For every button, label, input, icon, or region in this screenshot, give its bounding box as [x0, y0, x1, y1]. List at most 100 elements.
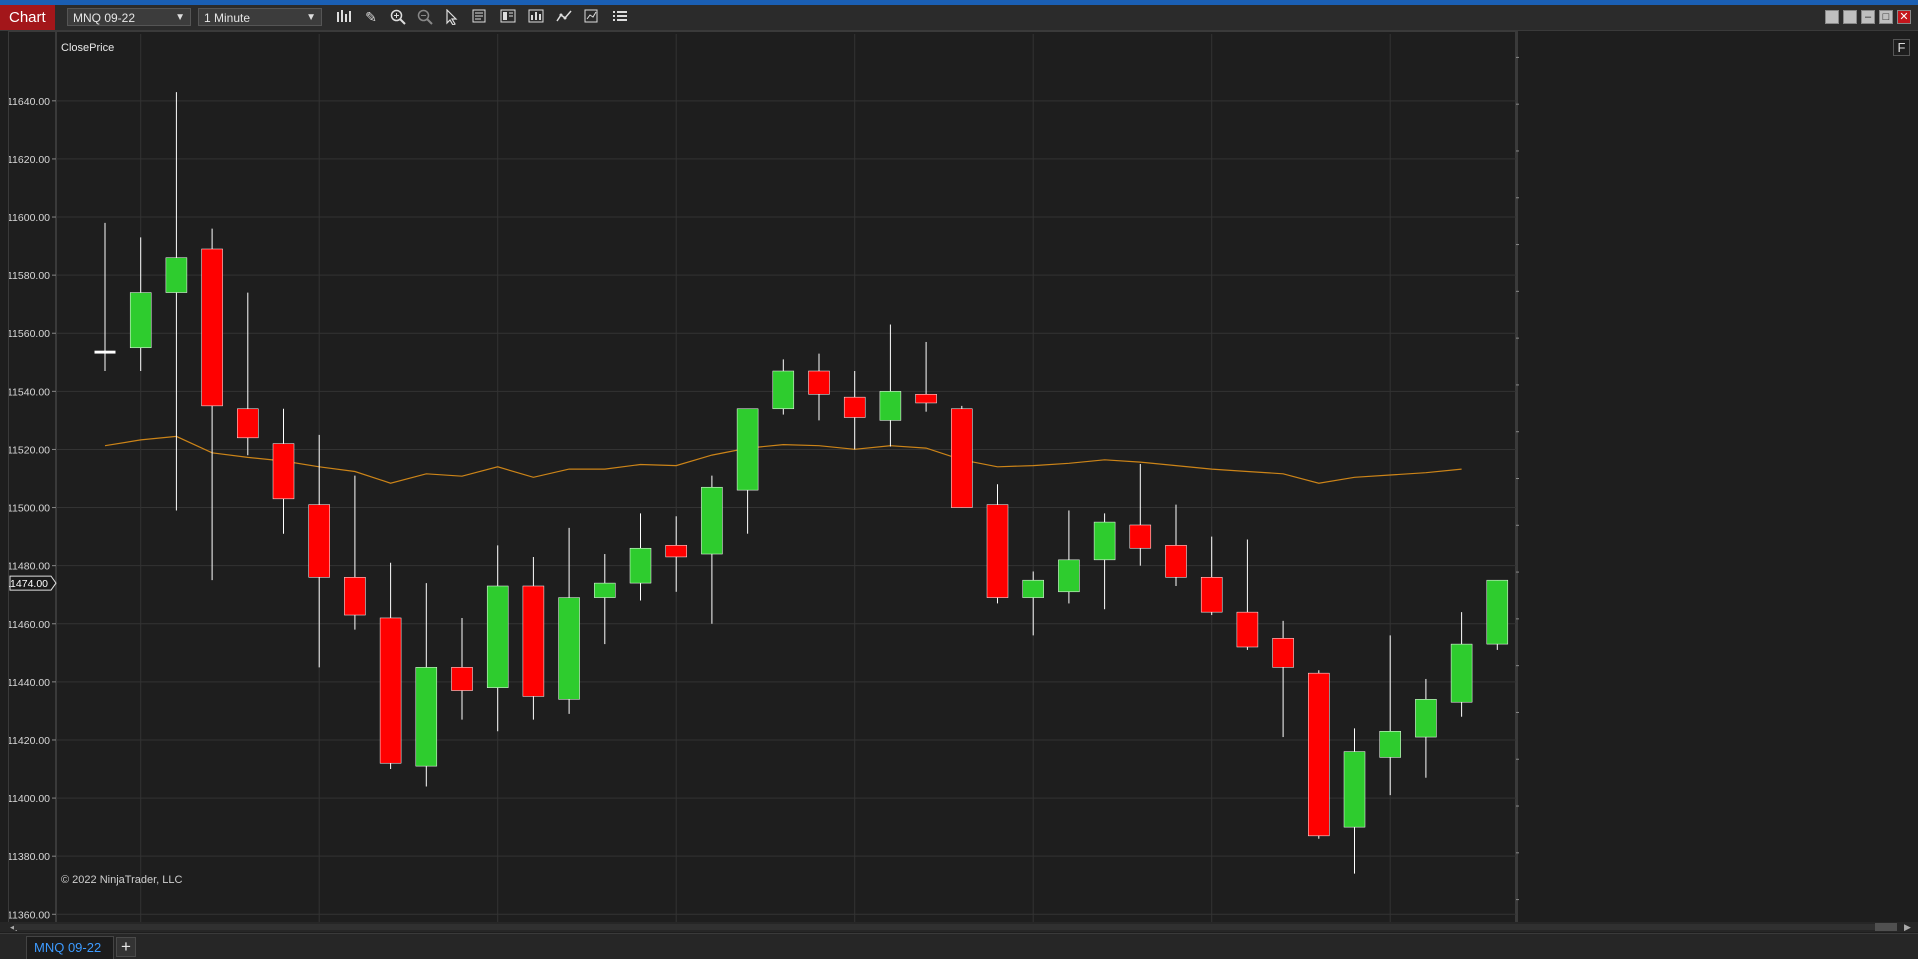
interval-selector[interactable]: 1 Minute ▼ — [198, 8, 322, 26]
price-marker-label: 11474.00 — [9, 578, 48, 590]
data-box-icon[interactable] — [471, 9, 489, 26]
candle-body — [272, 443, 295, 500]
horizontal-scrollbar[interactable]: ◀ ▶ — [0, 922, 1918, 932]
zoom-out-icon[interactable] — [416, 9, 434, 26]
candle-body — [237, 408, 259, 439]
candle — [344, 475, 366, 630]
candle — [915, 341, 937, 412]
candle-body — [486, 585, 509, 688]
candle — [843, 371, 866, 450]
candle-body — [879, 391, 902, 421]
candle-body — [558, 597, 580, 700]
candle — [665, 516, 687, 592]
instrument-selector[interactable]: MNQ 09-22 ▼ — [67, 8, 191, 26]
candle — [808, 353, 830, 421]
instrument-value: MNQ 09-22 — [73, 11, 136, 25]
chart-f-button[interactable]: F — [1893, 39, 1910, 56]
left-tick-label: 11620.00 — [9, 154, 50, 166]
chart-trader-icon[interactable] — [583, 9, 601, 26]
candle — [272, 408, 295, 534]
candle-body — [1093, 521, 1116, 561]
candle — [486, 545, 509, 732]
candle-body — [1272, 638, 1294, 668]
left-tick-label: 11460.00 — [9, 619, 50, 631]
candle — [1093, 513, 1116, 610]
scroll-thumb[interactable] — [1875, 923, 1897, 931]
candle — [451, 617, 473, 720]
restore-icon[interactable] — [1843, 10, 1857, 24]
copyright-text: © 2022 NinjaTrader, LLC — [61, 874, 182, 886]
left-tick-label: 11640.00 — [9, 96, 50, 108]
add-tab-button[interactable]: + — [116, 937, 136, 957]
menu-icon[interactable] — [611, 9, 629, 26]
candle-body — [522, 585, 545, 697]
minimize-button[interactable]: – — [1861, 10, 1875, 24]
candle-body — [1058, 559, 1080, 593]
candle-body — [665, 545, 687, 558]
left-tick-label: 11420.00 — [9, 735, 50, 747]
candle — [1272, 620, 1294, 738]
draw-pencil-icon[interactable]: ✎ — [362, 9, 380, 26]
candle — [986, 484, 1009, 604]
scroll-track[interactable] — [14, 924, 1880, 930]
candle-body — [1165, 545, 1187, 578]
candle — [951, 405, 973, 508]
candle — [1415, 678, 1437, 778]
candle — [1379, 635, 1401, 796]
chevron-down-icon: ▼ — [306, 12, 316, 23]
interval-value: 1 Minute — [204, 11, 251, 25]
tab-mnq-09-22[interactable]: MNQ 09-22 — [26, 936, 114, 959]
indicators-icon[interactable] — [555, 9, 573, 26]
candle — [1200, 536, 1223, 616]
left-tick-label: 11520.00 — [9, 444, 50, 456]
bars-type-icon[interactable] — [335, 9, 353, 26]
candle-body — [344, 577, 366, 616]
candle — [379, 562, 402, 770]
left-tick-label: 11400.00 — [9, 793, 50, 805]
candle-body — [594, 582, 616, 598]
candle-body — [129, 292, 152, 349]
left-tick-label: 11440.00 — [9, 677, 50, 689]
scroll-right-icon[interactable]: ▶ — [1904, 922, 1911, 932]
maximize-button[interactable]: □ — [1879, 10, 1893, 24]
candle-body — [415, 667, 438, 767]
candle-body — [1343, 751, 1366, 828]
tile-icon[interactable] — [1825, 10, 1839, 24]
candle-body — [915, 393, 937, 404]
candles-layer — [94, 92, 1509, 874]
candle — [1129, 463, 1152, 566]
moving-average-layer — [104, 435, 1462, 484]
close-price-ma-line — [104, 435, 1462, 484]
candle-body — [1486, 579, 1509, 645]
chevron-down-icon: ▼ — [175, 12, 185, 23]
chart-window-label: Chart — [0, 5, 55, 30]
candle — [701, 475, 723, 624]
candle-body — [1129, 524, 1152, 549]
indicator-label: ClosePrice — [61, 42, 114, 54]
left-price-axis: 11640.00 11620.00 11600.00 11580.00 11560.00… — [9, 96, 57, 921]
candle-body — [1415, 699, 1437, 738]
candle — [1022, 571, 1044, 636]
candle-body — [451, 667, 473, 691]
candle — [1343, 728, 1366, 874]
candle-body — [772, 370, 795, 410]
candle-body — [843, 396, 866, 418]
price-marker: 11474.00 — [9, 575, 57, 591]
candle-body — [201, 248, 223, 407]
left-tick-label: 11480.00 — [9, 561, 50, 573]
candle — [1058, 510, 1080, 604]
candle — [736, 408, 759, 534]
candle-body — [379, 617, 402, 764]
price-chart[interactable]: 11640.00 11620.00 11600.00 11580.00 11560.00… — [9, 32, 1519, 926]
properties-icon[interactable] — [499, 9, 517, 26]
zoom-in-icon[interactable] — [389, 9, 407, 26]
close-button[interactable]: ✕ — [1897, 10, 1911, 24]
chart-panel[interactable]: 11640.00 11620.00 11600.00 11580.00 11560.00… — [8, 31, 1519, 926]
candle-body — [986, 504, 1009, 598]
strategies-icon[interactable] — [527, 9, 545, 26]
pointer-icon[interactable] — [443, 8, 461, 26]
candle-body — [736, 408, 759, 491]
candle — [201, 228, 223, 581]
chart-titlebar: Chart MNQ 09-22 ▼ 1 Minute ▼ ✎ – □ ✕ — [0, 5, 1918, 31]
candle-body — [1379, 731, 1401, 758]
